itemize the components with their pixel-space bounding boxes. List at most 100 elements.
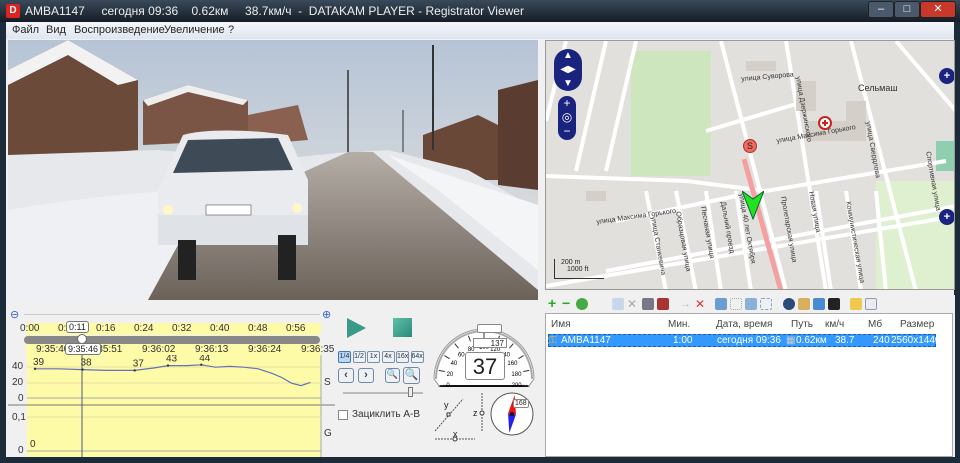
refresh-icon[interactable] (576, 298, 588, 310)
speed-data-label: 39 (33, 357, 45, 368)
time-tick: 0:56 (286, 323, 306, 334)
hospital-icon: + (939, 209, 954, 225)
gauge-tick-label: 160 (507, 361, 518, 367)
add-icon[interactable]: + (548, 296, 560, 310)
speed-data-label: 44 (199, 355, 211, 364)
map-view[interactable]: улица Максима Горького улица Суворова ул… (545, 40, 955, 290)
arrow-icon[interactable]: → (680, 298, 692, 310)
globe-icon[interactable] (783, 298, 795, 310)
zoom-large-icon[interactable]: 🔍 (403, 367, 420, 384)
column-header-mb[interactable]: Мб (868, 319, 882, 330)
menu-view[interactable]: Вид (46, 24, 66, 36)
odometer-readout: 137 (473, 338, 507, 348)
menu-help[interactable]: ? (228, 24, 234, 36)
zoom-small-icon[interactable]: 🔍 (385, 368, 400, 383)
start-marker-icon[interactable]: S (743, 139, 757, 153)
document-icon[interactable] (865, 298, 877, 310)
cell-speed: 38.7 (835, 335, 855, 346)
chart-icon[interactable] (798, 298, 810, 310)
column-header-min[interactable]: Мин. (668, 319, 690, 330)
table-row[interactable]: ⚿ AMBA1147 1:00 сегодня 09:36 ▦ 0.62км 3… (548, 334, 941, 347)
minimize-button[interactable]: – (868, 1, 894, 18)
speed-button[interactable]: 16x (396, 351, 409, 363)
cell-min: 1:00 (673, 335, 693, 346)
copy-icon[interactable] (612, 298, 624, 310)
speed-button[interactable]: 1/2 (352, 351, 366, 363)
map-scale: 200 m 1000 ft (554, 259, 604, 279)
map-layer-icon[interactable] (813, 298, 825, 310)
close-button[interactable]: ✕ (920, 1, 956, 18)
trip-box (477, 324, 502, 333)
g-ytick: 0,1 (12, 412, 26, 423)
save-icon[interactable] (642, 298, 654, 310)
prev-frame-button[interactable]: ‹ (338, 368, 354, 383)
speed-button[interactable]: 64x (410, 351, 424, 363)
speed-data-label: 37 (133, 358, 145, 369)
export-icon[interactable] (657, 298, 669, 310)
zoom-in-icon[interactable]: ⊕ (322, 308, 331, 321)
column-header-datetime[interactable]: Дата, время (716, 319, 772, 330)
gauge-tick-label: 200 (512, 383, 523, 387)
fullscreen-icon[interactable] (828, 298, 840, 310)
delete-icon[interactable]: ✕ (695, 298, 707, 310)
map-add-icon[interactable] (715, 298, 727, 310)
stop-button[interactable] (393, 318, 412, 337)
title-bar: D AMBA1147 сегодня 09:36 0.62км 38.7км/ч… (0, 0, 960, 22)
menu-file[interactable]: Файл (12, 24, 39, 36)
speed-button[interactable]: 4x (381, 351, 395, 363)
s-axis-label: S (324, 377, 331, 388)
loop-ab-label: Зациклить A-B (352, 409, 421, 420)
layers-icon[interactable] (745, 298, 757, 310)
map-zoom-control[interactable]: + ◎ − (558, 96, 576, 140)
loop-ab-checkbox[interactable] (338, 410, 348, 420)
hospital-icon: + (939, 68, 954, 84)
clock-tick: 9:36:02 (142, 344, 176, 355)
map-label: Сельмаш (858, 83, 898, 93)
menu-playback[interactable]: Воспроизведение (74, 24, 165, 36)
menu-zoom[interactable]: Увеличение (164, 24, 225, 36)
select-icon[interactable] (730, 298, 742, 310)
gauge-tick-label: 180 (511, 372, 522, 378)
cell-name: AMBA1147 (561, 335, 611, 346)
delete-gray-icon[interactable]: ✕ (627, 298, 639, 310)
maximize-button[interactable]: □ (894, 1, 920, 18)
file-list[interactable]: Имя Мин. Дата, время Путь км/ч Мб Размер… (545, 313, 953, 457)
fit-icon[interactable] (760, 298, 772, 310)
cell-date: сегодня 09:36 (717, 335, 781, 346)
column-header-size[interactable]: Размер (900, 319, 934, 330)
cell-path: 0.62км (796, 335, 827, 346)
s-ytick: 20 (12, 377, 24, 388)
key-icon: ⚿ (549, 335, 557, 346)
time-tick: 0:40 (210, 323, 230, 334)
s-ytick: 0 (18, 393, 24, 404)
accelerometer-axes (434, 393, 485, 442)
time-tick: 0:32 (172, 323, 192, 334)
zoom-out-icon[interactable]: ⊖ (10, 308, 19, 321)
play-button[interactable] (345, 317, 367, 339)
time-tick: 0:48 (248, 323, 268, 334)
map-pan-control[interactable]: ▲ ◀▶ ▼ (554, 49, 582, 91)
timeline-panel: ⊖ ⊕ 0:000:080:160:240:320:400:480:56 0:1… (8, 305, 335, 457)
speed-button[interactable]: 1/4 (338, 351, 351, 363)
speed-button[interactable]: 1x (367, 351, 380, 363)
remove-icon[interactable]: − (562, 296, 574, 310)
timeline-scrollbar[interactable] (24, 314, 320, 315)
cell-mb: 240 (873, 335, 890, 346)
speed-g-graph[interactable]: 39 38 37 43 44 (8, 355, 335, 457)
heading-readout: 168 (513, 399, 529, 408)
video-frame[interactable] (8, 40, 538, 300)
s-ytick: 40 (12, 361, 24, 372)
column-header-path[interactable]: Путь (791, 319, 813, 330)
g-axis-label: G (324, 428, 332, 439)
column-header-name[interactable]: Имя (551, 319, 570, 330)
position-arrow-icon (742, 191, 764, 221)
speed-point (33, 367, 37, 370)
volume-slider-thumb[interactable] (408, 387, 413, 397)
open-folder-icon[interactable] (850, 298, 862, 310)
column-header-speed[interactable]: км/ч (825, 319, 844, 330)
next-frame-button[interactable]: › (358, 368, 374, 383)
scale-feet: 1000 ft (567, 266, 589, 273)
g-ytick: 0 (18, 445, 24, 456)
axis-y-label: y (444, 400, 449, 410)
speed-point (200, 363, 203, 366)
